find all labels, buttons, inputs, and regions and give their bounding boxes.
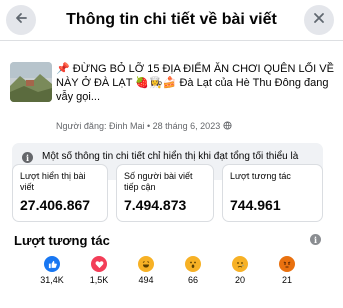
post-preview[interactable]: 📌 ĐỪNG BỎ LỠ 15 ĐỊA ĐIỂM ĂN CHƠI QUÊN LỐ…: [10, 50, 335, 140]
wow-reaction-icon: [185, 256, 201, 272]
metric-value: 744.961: [230, 197, 281, 213]
reaction-sad: 20: [226, 256, 254, 285]
modal-header: Thông tin chi tiết về bài viết: [0, 0, 343, 40]
reaction-like: 31,4K: [38, 256, 66, 285]
reaction-count: 21: [281, 275, 292, 285]
sad-reaction-icon: [232, 256, 248, 272]
info-icon: i: [22, 152, 33, 163]
metric-label: Lượt tương tác: [230, 171, 291, 181]
arrow-left-icon: [14, 11, 28, 29]
close-button[interactable]: [304, 5, 334, 35]
globe-icon: [223, 121, 232, 131]
reaction-count: 494: [138, 275, 154, 285]
modal-title: Thông tin chi tiết về bài viết: [66, 11, 277, 28]
post-caption: 📌 ĐỪNG BỎ LỠ 15 ĐỊA ĐIỂM ĂN CHƠI QUÊN LỐ…: [56, 63, 334, 103]
close-icon: [313, 12, 325, 28]
haha-reaction-icon: [138, 256, 154, 272]
angry-reaction-icon: [279, 256, 295, 272]
reactions-row: 31,4K 1,5K 494 66 20 21: [38, 256, 328, 306]
reaction-count: 31,4K: [40, 275, 64, 285]
post-insights-modal: Thông tin chi tiết về bài viết 📌 ĐỪNG BỎ…: [0, 0, 343, 308]
like-reaction-icon: [44, 256, 60, 272]
post-thumbnail: [10, 62, 52, 102]
metric-label: Lượt hiển thị bài viết: [20, 171, 86, 192]
info-icon[interactable]: i: [310, 234, 321, 245]
post-meta: Người đăng: Đinh Mai • 28 tháng 6, 2023: [56, 121, 336, 131]
metric-value: 7.494.873: [124, 197, 187, 213]
metric-card-impressions: Lượt hiển thị bài viết 27.406.867: [12, 164, 108, 222]
reaction-angry: 21: [273, 256, 301, 285]
back-button[interactable]: [6, 5, 36, 35]
metric-card-engagement: Lượt tương tác 744.961: [222, 164, 323, 222]
metric-card-reach: Số người bài viết tiếp cận 7.494.873: [116, 164, 214, 222]
reaction-haha: 494: [132, 256, 160, 285]
reaction-love: 1,5K: [85, 256, 113, 285]
love-reaction-icon: [91, 256, 107, 272]
reactions-section-title: Lượt tương tác: [14, 233, 110, 248]
header-divider: [0, 40, 343, 41]
metric-label: Số người bài viết tiếp cận: [124, 171, 193, 192]
reaction-wow: 66: [179, 256, 207, 285]
metric-value: 27.406.867: [20, 197, 91, 213]
reaction-count: 66: [187, 275, 198, 285]
post-date: 28 tháng 6, 2023: [152, 121, 221, 131]
reaction-count: 20: [234, 275, 245, 285]
reaction-count: 1,5K: [89, 275, 109, 285]
post-author: Người đăng: Đinh Mai: [56, 121, 145, 131]
